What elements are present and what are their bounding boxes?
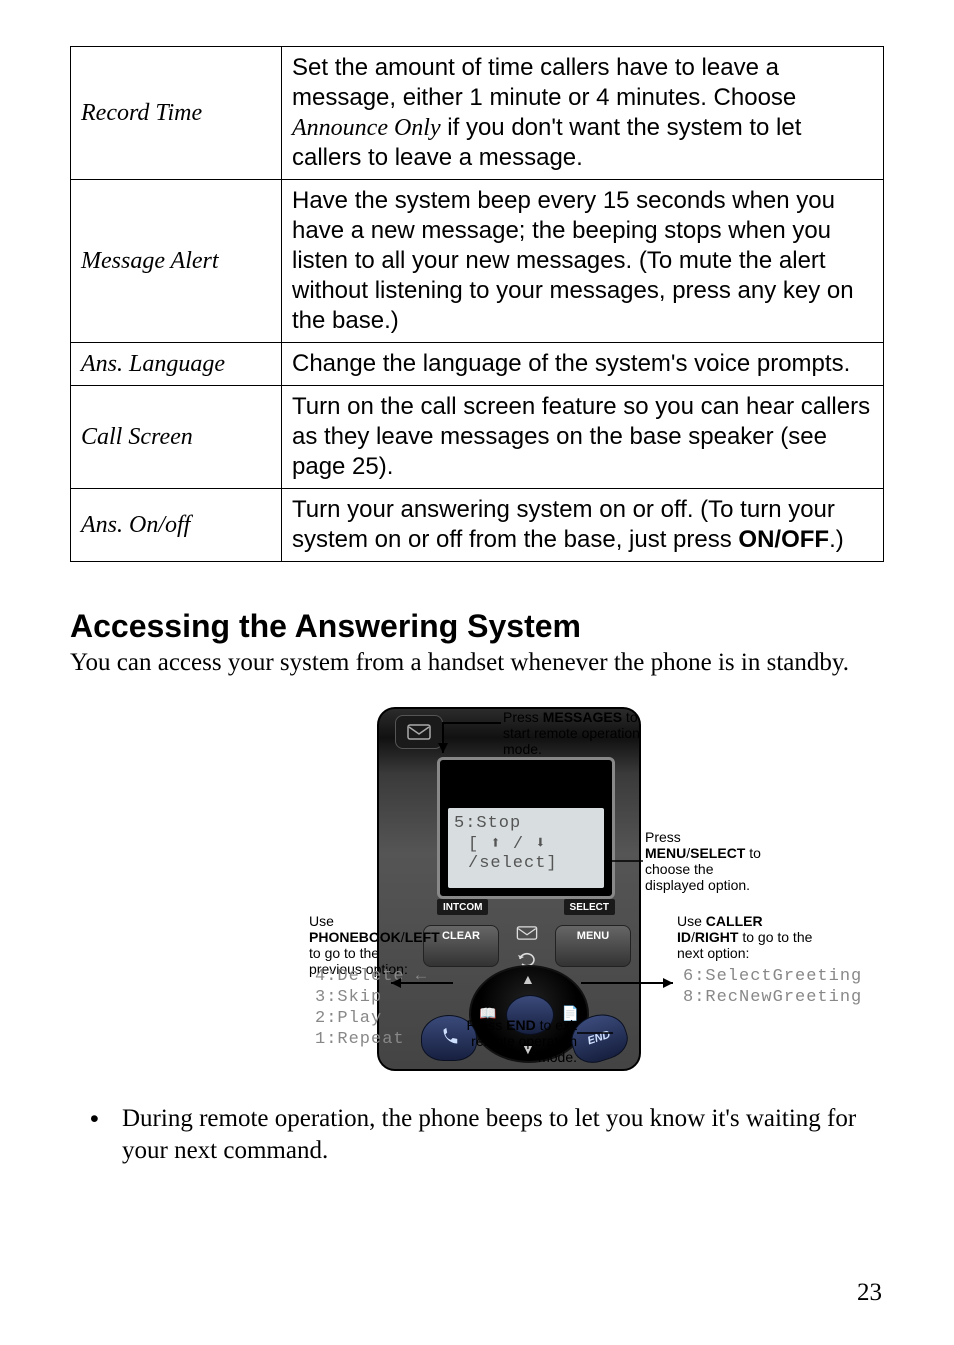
list-item: 4:Delete ← bbox=[315, 967, 427, 986]
message-icon bbox=[509, 923, 545, 943]
table-row: Message AlertHave the system beep every … bbox=[71, 180, 884, 343]
setting-label: Ans. On/off bbox=[71, 489, 282, 562]
note-bullet: During remote operation, the phone beeps… bbox=[122, 1103, 884, 1167]
screen-line1: 5:Stop bbox=[454, 814, 598, 833]
callout-messages: Press MESSAGES to start remote operation… bbox=[503, 709, 663, 757]
setting-description: Turn your answering system on or off. (T… bbox=[282, 489, 884, 562]
callout-menu: Press MENU/SELECT to choose the displaye… bbox=[645, 829, 765, 893]
setting-description: Change the language of the system's voic… bbox=[282, 343, 884, 386]
menu-button: MENU bbox=[555, 925, 631, 967]
setting-description: Have the system beep every 15 seconds wh… bbox=[282, 180, 884, 343]
handset-diagram: 5:Stop [ ⬆ / ⬇ /select] INTCOM SELECT CL… bbox=[217, 693, 737, 1093]
list-item: 1:Repeat bbox=[315, 1030, 427, 1049]
list-item: 3:Skip bbox=[315, 988, 427, 1007]
section-intro: You can access your system from a handse… bbox=[70, 647, 884, 679]
setting-label: Record Time bbox=[71, 47, 282, 180]
softkey-left-label: INTCOM bbox=[437, 899, 488, 915]
messages-button-icon bbox=[395, 715, 443, 749]
setting-label: Message Alert bbox=[71, 180, 282, 343]
table-row: Record TimeSet the amount of time caller… bbox=[71, 47, 884, 180]
left-option-list: 4:Delete ← 3:Skip 2:Play 1:Repeat bbox=[315, 965, 427, 1051]
right-option-list: 6:SelectGreeting 8:RecNewGreeting bbox=[683, 965, 862, 1009]
list-item: 8:RecNewGreeting bbox=[683, 988, 862, 1007]
notes-list: During remote operation, the phone beeps… bbox=[70, 1103, 884, 1167]
list-item: 6:SelectGreeting bbox=[683, 967, 862, 986]
page-number: 23 bbox=[857, 1279, 882, 1307]
table-row: Call ScreenTurn on the call screen featu… bbox=[71, 386, 884, 489]
phone-screen: 5:Stop [ ⬆ / ⬇ /select] bbox=[437, 757, 615, 899]
setting-label: Call Screen bbox=[71, 386, 282, 489]
setting-label: Ans. Language bbox=[71, 343, 282, 386]
table-row: Ans. On/offTurn your answering system on… bbox=[71, 489, 884, 562]
section-heading: Accessing the Answering System bbox=[70, 608, 884, 645]
screen-line2: [ ⬆ / ⬇ /select] bbox=[454, 833, 598, 873]
softkey-right-label: SELECT bbox=[564, 899, 615, 915]
setting-description: Turn on the call screen feature so you c… bbox=[282, 386, 884, 489]
list-item: 2:Play bbox=[315, 1009, 427, 1028]
callout-end: Press END to exit remote operation mode. bbox=[437, 1017, 577, 1065]
table-row: Ans. LanguageChange the language of the … bbox=[71, 343, 884, 386]
dpad-up-icon: ▲ bbox=[521, 971, 535, 987]
settings-table: Record TimeSet the amount of time caller… bbox=[70, 46, 884, 562]
callout-right: Use CALLER ID/RIGHT to go to the next op… bbox=[677, 913, 817, 961]
settings-tbody: Record TimeSet the amount of time caller… bbox=[71, 47, 884, 562]
setting-description: Set the amount of time callers have to l… bbox=[282, 47, 884, 180]
